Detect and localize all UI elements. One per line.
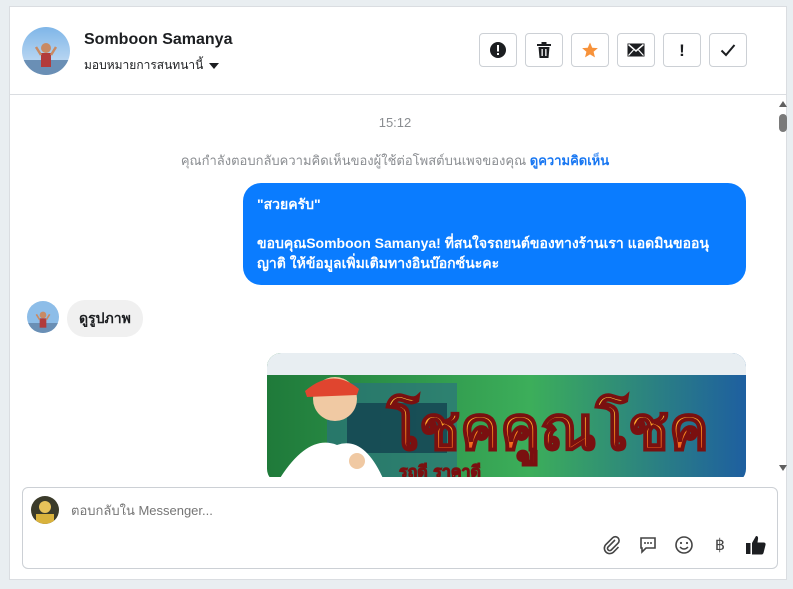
- mark-unread-button[interactable]: [617, 33, 655, 67]
- exclamation-icon: !: [679, 40, 685, 60]
- sender-avatar[interactable]: [27, 301, 59, 333]
- reply-notice: คุณกำลังตอบกลับความคิดเห็นของผู้ใช้ต่อโพ…: [10, 150, 780, 171]
- outgoing-message-bubble[interactable]: "สวยครับ" ขอบคุณSomboon Samanya! ที่สนใจ…: [243, 183, 746, 285]
- assign-conversation-dropdown[interactable]: มอบหมายการสนทนานี้: [84, 56, 220, 75]
- attach-button[interactable]: [601, 534, 623, 556]
- contact-avatar[interactable]: [22, 27, 70, 75]
- thread-scrollbar[interactable]: [778, 99, 788, 477]
- emoji-button[interactable]: [673, 534, 695, 556]
- chat-bubble-icon: [640, 537, 656, 554]
- saved-replies-button[interactable]: [637, 534, 659, 556]
- mail-icon: [627, 43, 645, 57]
- incoming-message-bubble[interactable]: ดูรูปภาพ: [67, 300, 143, 337]
- like-button[interactable]: [745, 534, 767, 556]
- image-headline: โชคคูณโชค: [386, 393, 709, 466]
- report-icon: [490, 42, 506, 58]
- reply-input[interactable]: [71, 503, 671, 518]
- outgoing-quote: "สวยครับ": [257, 196, 321, 212]
- image-attachment-graphic: โชคคูณโชค รถดี ราคาดี: [267, 353, 746, 477]
- message-thread: 15:12 คุณกำลังตอบกลับความคิดเห็นของผู้ใช…: [10, 96, 780, 477]
- image-subtext: รถดี ราคาดี: [399, 462, 481, 477]
- conversation-panel: Somboon Samanya มอบหมายการสนทนานี้ ! 15:…: [9, 6, 787, 580]
- image-attachment[interactable]: โชคคูณโชค รถดี ราคาดี: [267, 353, 746, 477]
- conversation-header: Somboon Samanya มอบหมายการสนทนานี้ !: [10, 7, 786, 95]
- caret-down-icon: [209, 62, 220, 69]
- composer-tools: ฿: [601, 534, 767, 556]
- baht-icon: ฿: [714, 537, 726, 554]
- scroll-down-arrow-icon[interactable]: [779, 465, 787, 471]
- check-icon: [720, 44, 736, 57]
- follow-up-button[interactable]: !: [663, 33, 701, 67]
- outgoing-message-text: ขอบคุณSomboon Samanya! ที่สนใจรถยนต์ของท…: [257, 235, 709, 271]
- assign-label: มอบหมายการสนทนานี้: [84, 58, 204, 72]
- mark-done-button[interactable]: [709, 33, 747, 67]
- message-composer: ฿: [22, 487, 778, 569]
- header-actions: !: [479, 33, 747, 67]
- page-avatar: [31, 496, 59, 524]
- scroll-up-arrow-icon[interactable]: [779, 101, 787, 107]
- reply-notice-text: คุณกำลังตอบกลับความคิดเห็นของผู้ใช้ต่อโพ…: [180, 153, 527, 168]
- paperclip-icon: [603, 535, 620, 555]
- star-button[interactable]: [571, 33, 609, 67]
- payment-button[interactable]: ฿: [709, 534, 731, 556]
- message-timestamp: 15:12: [378, 115, 412, 130]
- view-comment-link[interactable]: ดูความคิดเห็น: [530, 153, 609, 168]
- trash-icon: [537, 42, 551, 58]
- contact-name[interactable]: Somboon Samanya: [84, 31, 232, 49]
- scroll-thumb[interactable]: [779, 114, 787, 132]
- smiley-icon: [675, 536, 693, 554]
- delete-button[interactable]: [525, 33, 563, 67]
- star-icon: [582, 42, 598, 58]
- thumbs-up-icon: [746, 536, 766, 555]
- report-button[interactable]: [479, 33, 517, 67]
